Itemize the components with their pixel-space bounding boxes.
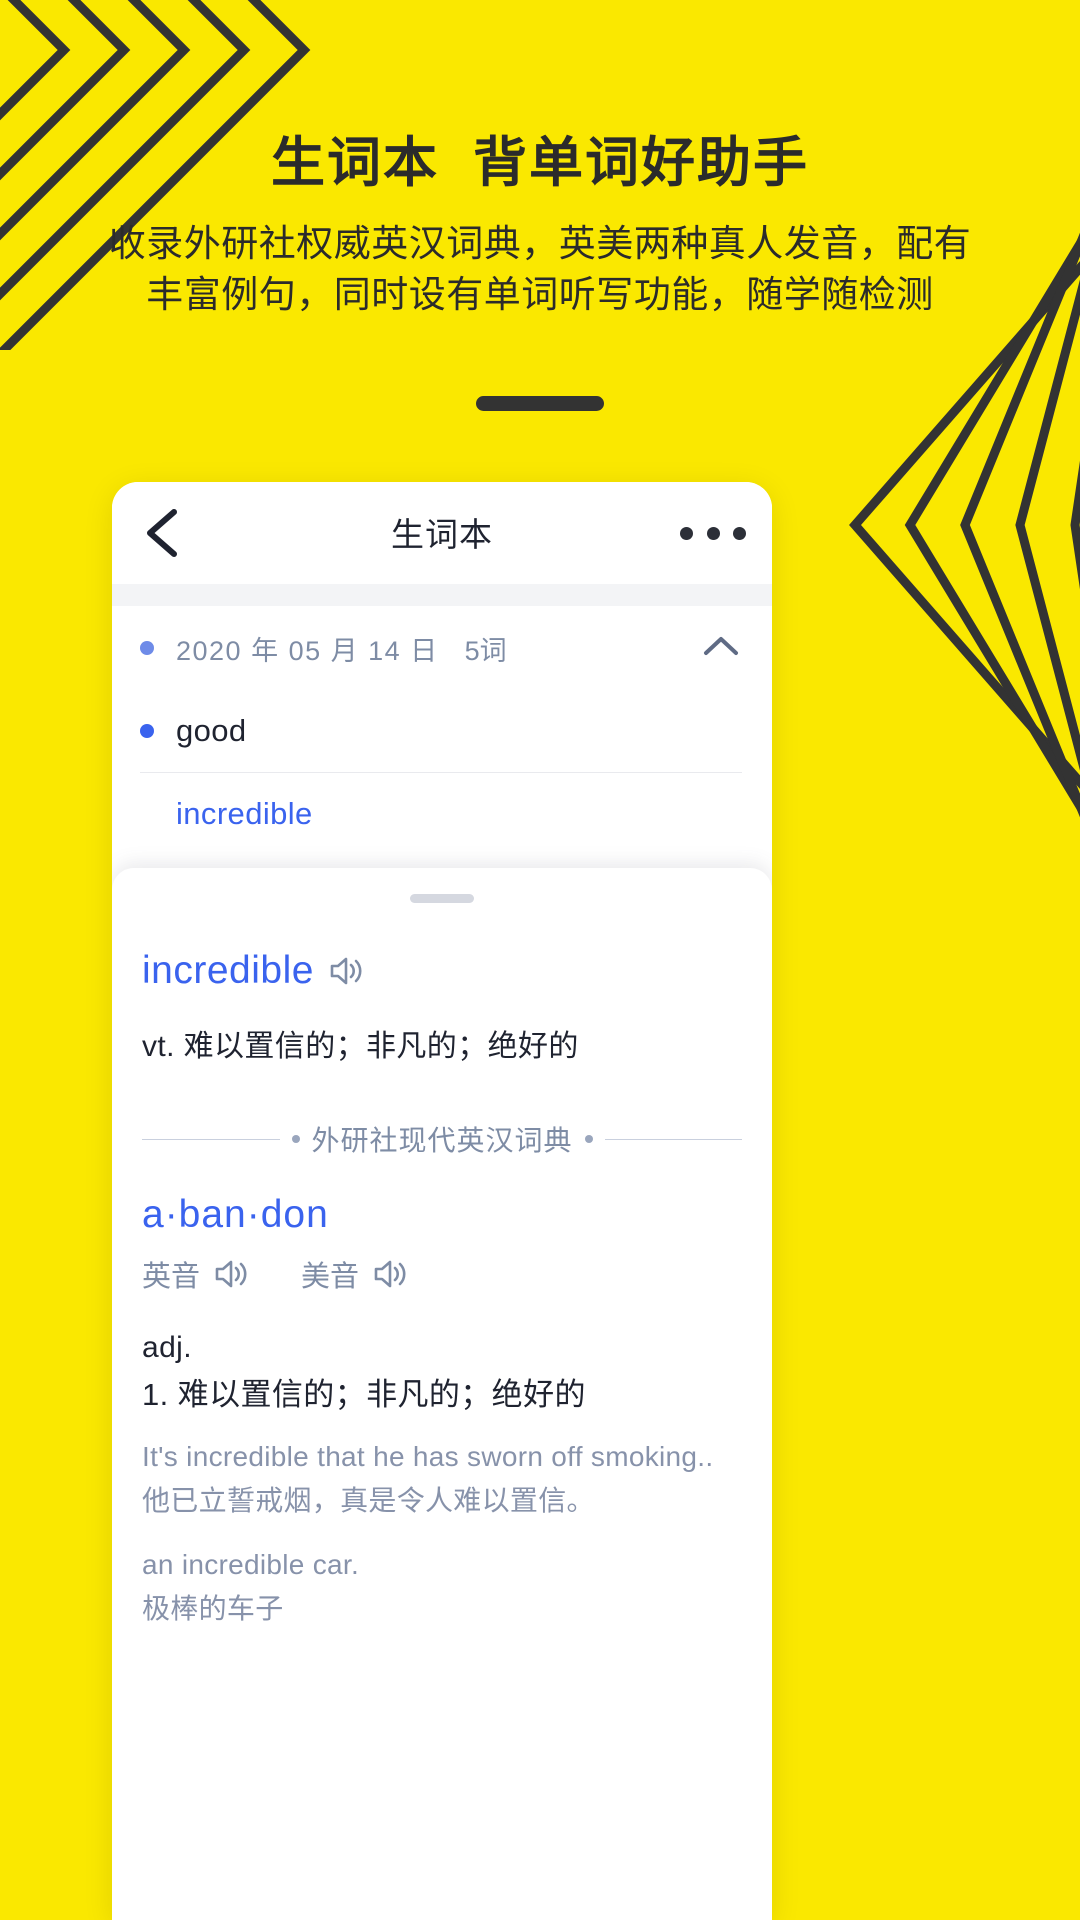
dictionary-name: 外研社现代英汉词典 [311,1125,573,1156]
promo-screenshot: 生词本 背单词好助手 收录外研社权威英汉词典，英美两种真人发音，配有丰富例句，同… [0,0,1080,1920]
example-cn: 他已立誓戒烟，真是令人难以置信。 [142,1485,595,1516]
example-en: It's incredible that he has sworn off sm… [142,1441,714,1472]
sheet-headword-row: incredible [142,949,742,993]
dictionary-headword: a·ban·don [142,1193,329,1236]
word-group-header[interactable]: 2020 年 05 月 14 日 5词 [112,606,772,690]
speaker-icon[interactable] [213,1258,249,1290]
pronunciation-us[interactable]: 美音 [301,1253,408,1295]
word-detail-sheet: incredible vt. 难以置信的；非凡的；绝好的 外研社现代英汉词典 a… [112,868,772,1920]
sense-text: 1. 难以置信的；非凡的；绝好的 [142,1377,586,1412]
divider-dot-icon [291,1135,300,1143]
example-group: It's incredible that he has sworn off sm… [142,1436,742,1522]
pronunciation-uk-label: 英音 [142,1261,201,1293]
sheet-word: incredible [142,949,314,992]
word-label: incredible [176,796,313,831]
example-group: an incredible car. 极棒的车子 [142,1544,742,1630]
phone-mockup: 生词本 2020 年 05 月 14 日 5词 good incredible [112,482,772,1920]
dot-icon [140,724,154,738]
pronunciation-row: 英音 美音 [142,1253,742,1295]
group-date: 2020 年 05 月 14 日 [176,635,439,666]
divider-line [604,1138,743,1140]
list-item[interactable]: good [112,690,772,772]
page-subtitle: 收录外研社权威英汉词典，英美两种真人发音，配有丰富例句，同时设有单词听写功能，随… [108,223,972,315]
pronunciation-uk[interactable]: 英音 [142,1253,249,1295]
pronunciation-us-label: 美音 [301,1261,360,1293]
navbar-divider [112,584,772,606]
drag-handle-icon[interactable] [410,894,474,903]
sheet-brief-definition: vt. 难以置信的；非凡的；绝好的 [142,1030,579,1063]
speaker-icon[interactable] [328,955,364,987]
speaker-icon[interactable] [372,1258,408,1290]
dot-icon [140,641,154,655]
more-horizontal-icon[interactable] [680,520,746,546]
chevron-up-icon[interactable] [700,630,742,662]
example-en: an incredible car. [142,1549,360,1580]
word-label: good [176,713,247,748]
divider-dot-icon [584,1135,593,1143]
app-navbar: 生词本 [112,482,772,584]
title-underline-bar [476,396,604,411]
app-title: 生词本 [391,516,493,553]
list-item[interactable]: incredible [112,773,772,855]
part-of-speech: adj. [142,1331,192,1364]
divider-line [142,1138,280,1140]
dictionary-source-divider: 外研社现代英汉词典 [142,1119,743,1159]
example-cn: 极棒的车子 [142,1593,284,1624]
page-title: 生词本 背单词好助手 [270,133,809,193]
group-word-count: 5词 [464,635,507,666]
